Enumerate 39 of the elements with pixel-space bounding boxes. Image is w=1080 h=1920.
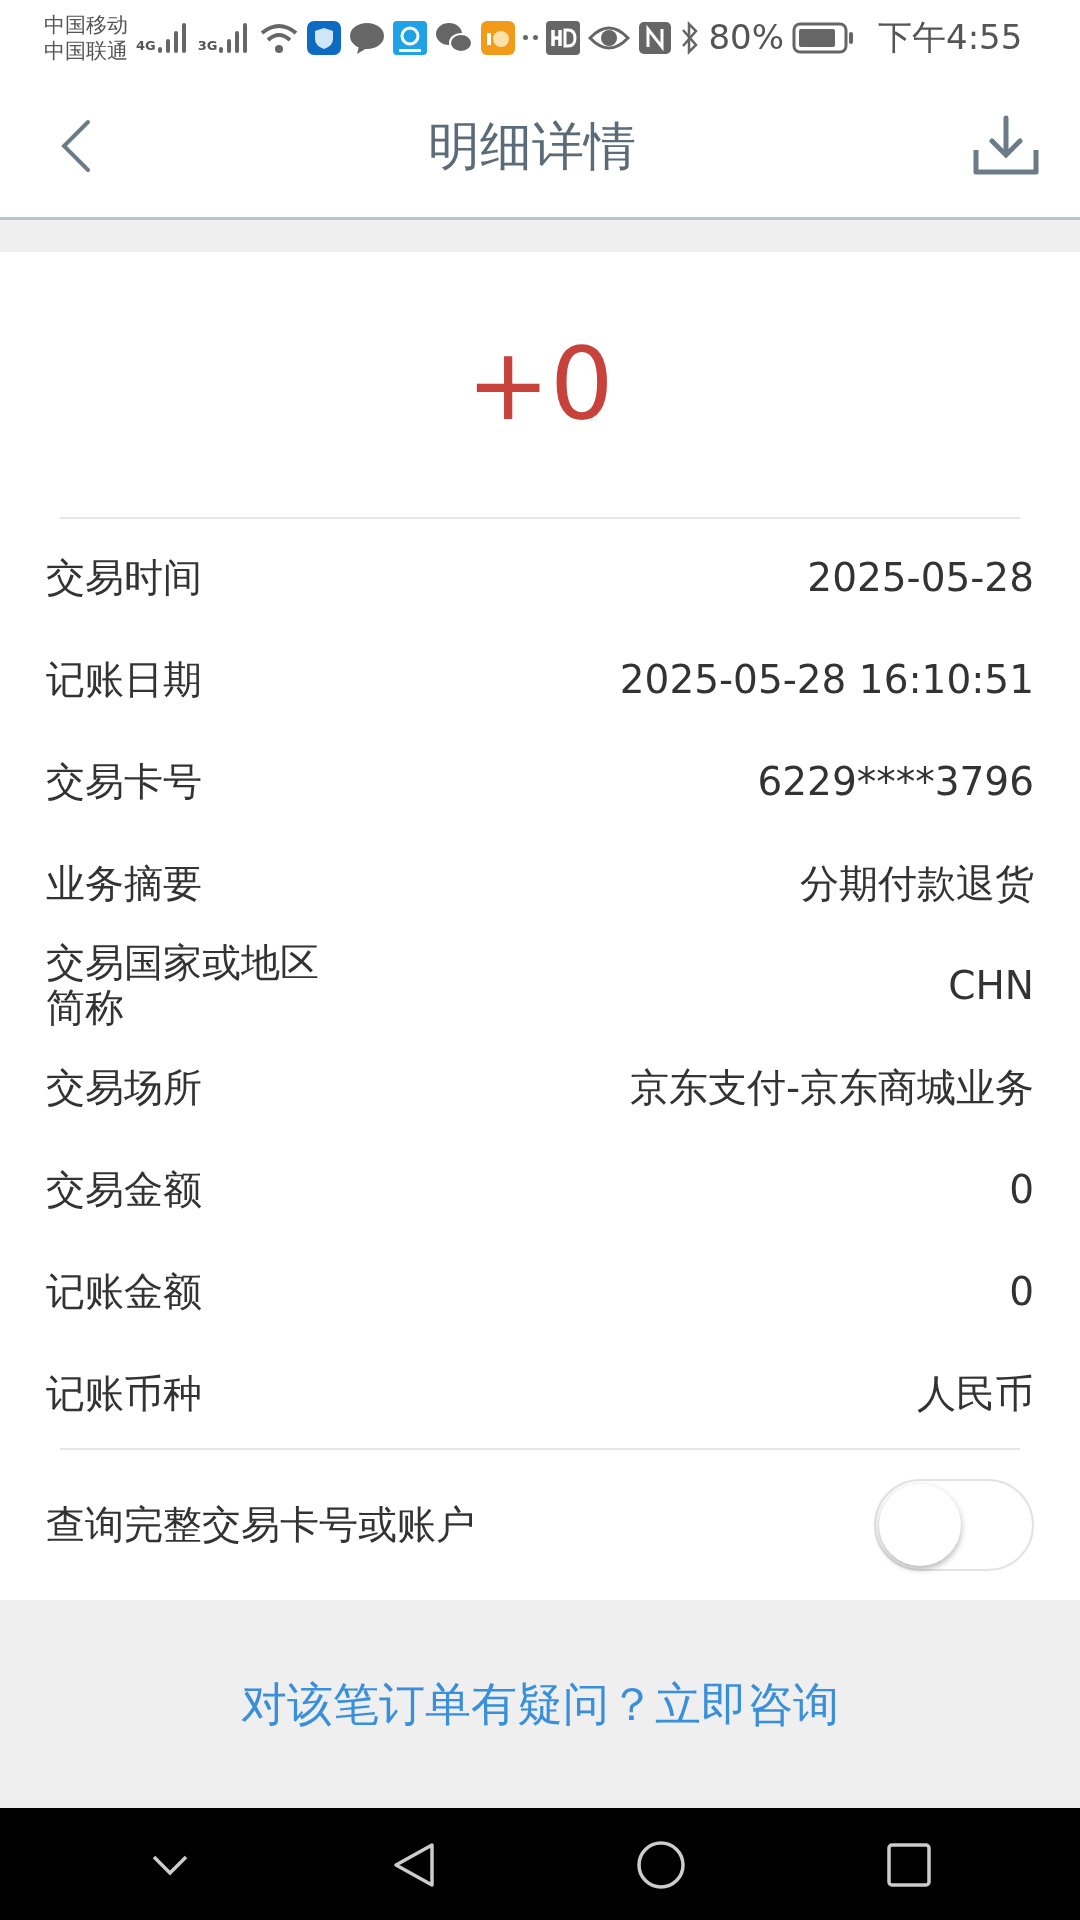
detail-value: 2025-05-28 16:10:51 <box>619 655 1034 704</box>
detail-label: 记账币种 <box>46 1371 202 1417</box>
home-circle-icon[interactable] <box>636 1840 686 1890</box>
hd-icon <box>546 20 581 55</box>
battery-percentage: 80% <box>708 16 784 59</box>
carrier-name: 中国移动 <box>44 11 128 38</box>
recents-square-icon[interactable] <box>886 1842 932 1888</box>
detail-value: 分期付款退货 <box>800 859 1034 908</box>
nfc-icon <box>638 20 673 55</box>
detail-label: 记账金额 <box>46 1269 202 1315</box>
detail-label: 交易时间 <box>46 555 202 601</box>
detail-value: 人民币 <box>917 1369 1034 1418</box>
amount-value: +0 <box>466 324 614 445</box>
detail-label: 记账日期 <box>46 657 202 703</box>
detail-value: 0 <box>1009 1267 1034 1316</box>
toggle-label: 查询完整交易卡号或账户 <box>46 1500 475 1549</box>
detail-label: 业务摘要 <box>46 861 202 907</box>
shield-app-icon <box>307 20 342 55</box>
detail-value: 0 <box>1009 1165 1034 1214</box>
detail-label: 交易卡号 <box>46 759 202 805</box>
network-type: 4G <box>136 38 156 52</box>
chat-bubble-icon <box>349 20 386 55</box>
detail-value: CHN <box>948 961 1034 1010</box>
network-type: 3G <box>197 38 218 52</box>
detail-value: 京东支付-京东商城业务 <box>629 1063 1034 1112</box>
back-button[interactable] <box>60 118 92 174</box>
clock-time: 下午4:55 <box>878 16 1023 59</box>
download-button[interactable] <box>972 114 1040 178</box>
more-dots-icon <box>523 35 539 40</box>
battery-icon <box>792 21 854 54</box>
help-link[interactable]: 对该笔订单有疑问？立即咨询 <box>241 1669 839 1739</box>
page-title: 明细详情 <box>428 115 636 178</box>
detail-label: 交易国家或地区简称 <box>46 941 320 1031</box>
back-triangle-icon[interactable] <box>392 1841 436 1889</box>
detail-label: 交易金额 <box>46 1167 202 1213</box>
detail-label: 交易场所 <box>46 1065 202 1111</box>
detail-value: 2025-05-28 <box>807 553 1034 602</box>
detail-value: 6229****3796 <box>757 757 1034 806</box>
carrier-name: 中国联通 <box>44 37 128 64</box>
